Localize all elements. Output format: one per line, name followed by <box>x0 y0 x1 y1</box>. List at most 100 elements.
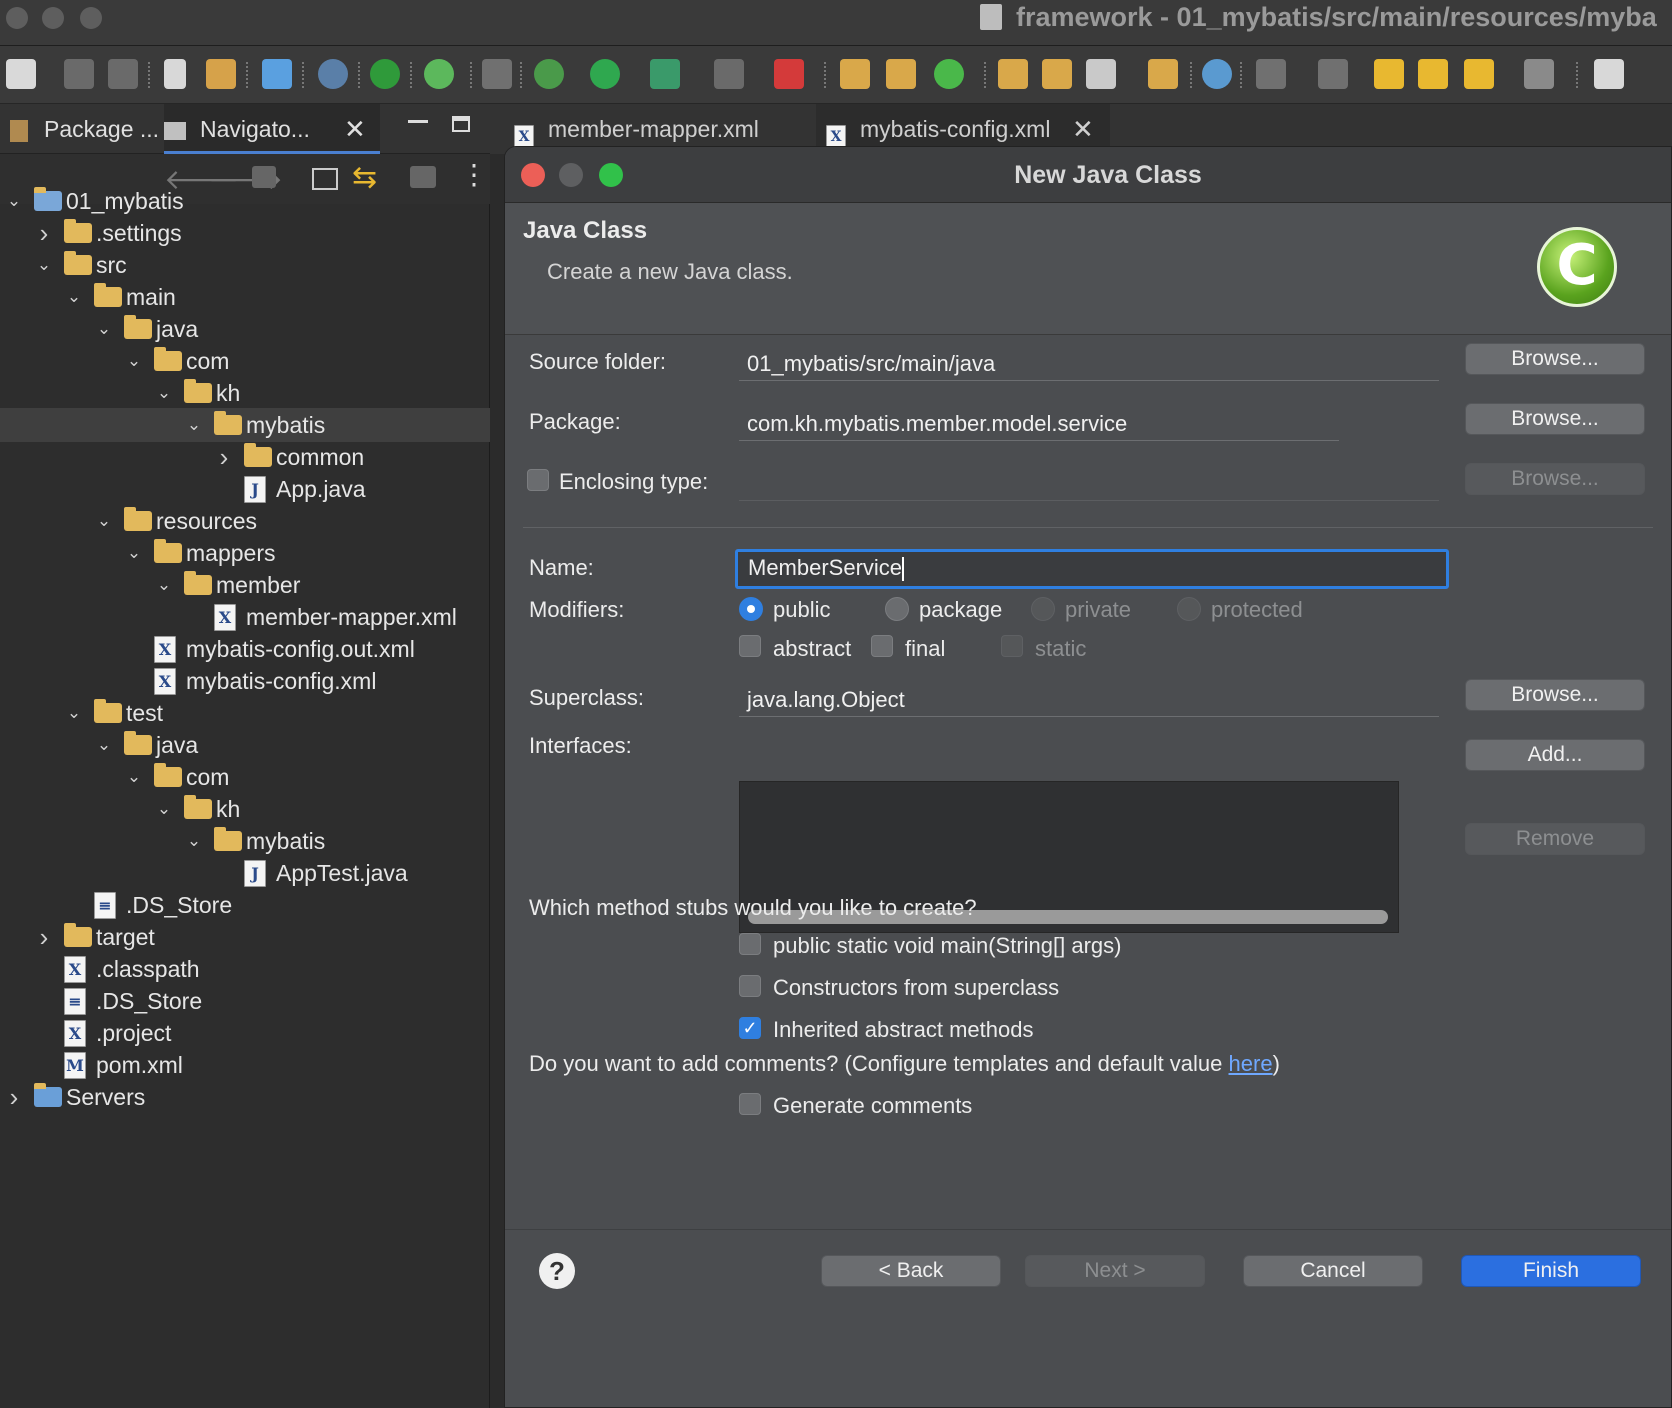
chevron-right-icon[interactable]: › <box>34 216 54 250</box>
browse-superclass-button[interactable]: Browse... <box>1465 679 1645 711</box>
help-icon[interactable]: ? <box>539 1253 575 1289</box>
browse-package-button[interactable]: Browse... <box>1465 403 1645 435</box>
last-edit-icon[interactable] <box>1374 59 1404 89</box>
terminal-icon[interactable] <box>262 59 292 89</box>
tree-item[interactable]: Xmybatis-config.out.xml <box>0 632 490 666</box>
minimize-icon[interactable] <box>408 120 428 123</box>
open-type-icon[interactable] <box>998 59 1028 89</box>
tab-package-explorer[interactable]: Package ... <box>10 104 159 154</box>
finish-button[interactable]: Finish <box>1461 1255 1641 1287</box>
back-button[interactable]: < Back <box>821 1255 1001 1287</box>
server-icon[interactable] <box>774 59 804 89</box>
generate-comments-checkbox[interactable] <box>739 1093 761 1115</box>
chevron-down-icon[interactable]: ⌄ <box>124 760 144 794</box>
prev-annotation-icon[interactable] <box>1318 59 1348 89</box>
update-icon[interactable] <box>424 59 454 89</box>
tree-item[interactable]: Xmember-mapper.xml <box>0 600 490 634</box>
run-config-icon[interactable] <box>650 59 680 89</box>
new-class-icon[interactable] <box>886 59 916 89</box>
chevron-down-icon[interactable]: ⌄ <box>64 696 84 730</box>
tree-item[interactable]: ⌄ com <box>0 760 490 794</box>
abstract-checkbox[interactable] <box>739 635 761 657</box>
chevron-down-icon[interactable]: ⌄ <box>124 344 144 378</box>
tree-item[interactable]: ⌄ com <box>0 344 490 378</box>
main-stub-checkbox[interactable] <box>739 933 761 955</box>
tree-item[interactable]: Xmybatis-config.xml <box>0 664 490 698</box>
tree-item[interactable]: J AppTest.java <box>0 856 490 890</box>
configure-templates-link[interactable]: here <box>1229 1051 1273 1076</box>
tree-item[interactable]: J App.java <box>0 472 490 506</box>
package-field[interactable]: com.kh.mybatis.member.model.service <box>739 405 1339 441</box>
close-window-button[interactable] <box>6 7 28 29</box>
maximize-icon[interactable] <box>452 116 470 132</box>
chevron-down-icon[interactable]: ⌄ <box>94 312 114 346</box>
package-radio[interactable] <box>885 597 909 621</box>
chevron-down-icon[interactable]: ⌄ <box>184 408 204 442</box>
tree-item[interactable]: ≡ .DS_Store <box>0 984 490 1018</box>
chevron-down-icon[interactable]: ⌄ <box>64 280 84 314</box>
new-icon[interactable] <box>6 59 36 89</box>
debug-icon[interactable] <box>534 59 564 89</box>
chevron-down-icon[interactable]: ⌄ <box>94 504 114 538</box>
globe-icon[interactable] <box>1202 59 1232 89</box>
chevron-down-icon[interactable]: ⌄ <box>184 824 204 858</box>
tree-item[interactable]: X .project <box>0 1016 490 1050</box>
forward-arrow-icon[interactable] <box>1524 59 1554 89</box>
tree-item[interactable]: › Servers <box>0 1080 490 1114</box>
chevron-down-icon[interactable]: ⌄ <box>34 248 54 282</box>
chevron-down-icon[interactable]: ⌄ <box>154 792 174 826</box>
chevron-down-icon[interactable]: ⌄ <box>154 568 174 602</box>
minimize-window-button[interactable] <box>42 7 64 29</box>
chevron-right-icon[interactable]: › <box>34 920 54 954</box>
tree-item[interactable]: ⌄ mybatis <box>0 408 490 442</box>
perspective-icon[interactable] <box>1594 59 1624 89</box>
tree-item[interactable]: Mpom.xml <box>0 1048 490 1082</box>
tree-item[interactable]: › target <box>0 920 490 954</box>
chevron-down-icon[interactable]: ⌄ <box>4 184 24 218</box>
next-annotation-icon[interactable] <box>1256 59 1286 89</box>
constructors-stub-checkbox[interactable] <box>739 975 761 997</box>
browse-source-folder-button[interactable]: Browse... <box>1465 343 1645 375</box>
tree-item[interactable]: ⌄ resources <box>0 504 490 538</box>
build-icon[interactable] <box>164 59 186 89</box>
tree-item[interactable]: ⌄ 01_mybatis <box>0 184 490 218</box>
new-java-icon[interactable] <box>934 59 964 89</box>
close-icon[interactable]: ✕ <box>344 104 366 154</box>
tree-item[interactable]: ⌄ main <box>0 280 490 314</box>
power-icon[interactable] <box>370 59 400 89</box>
chevron-right-icon[interactable]: › <box>4 1080 24 1114</box>
save-icon[interactable] <box>64 59 94 89</box>
stop-icon[interactable] <box>714 59 744 89</box>
tool-icon[interactable] <box>482 59 512 89</box>
tab-navigator[interactable]: Navigato... ✕ <box>164 104 380 154</box>
brush-icon[interactable] <box>1086 59 1116 89</box>
public-radio[interactable] <box>739 597 763 621</box>
tree-item[interactable]: ⌄ kh <box>0 792 490 826</box>
open-folder-icon[interactable] <box>1042 59 1072 89</box>
tree-item[interactable]: ⌄ java <box>0 728 490 762</box>
add-interface-button[interactable]: Add... <box>1465 739 1645 771</box>
tree-item[interactable]: › .settings <box>0 216 490 250</box>
tree-item[interactable]: ≡ .DS_Store <box>0 888 490 922</box>
tree-item[interactable]: ⌄ mybatis <box>0 824 490 858</box>
zoom-window-button[interactable] <box>80 7 102 29</box>
source-folder-field[interactable]: 01_mybatis/src/main/java <box>739 345 1439 381</box>
save-all-icon[interactable] <box>108 59 138 89</box>
name-field[interactable]: MemberService <box>735 549 1449 589</box>
superclass-field[interactable]: java.lang.Object <box>739 681 1439 717</box>
tree-item[interactable]: › common <box>0 440 490 474</box>
chevron-down-icon[interactable]: ⌄ <box>124 536 144 570</box>
inherited-stub-checkbox[interactable]: ✓ <box>739 1017 761 1039</box>
new-package-icon[interactable] <box>840 59 870 89</box>
enclosing-type-checkbox[interactable] <box>527 469 549 491</box>
tree-item[interactable]: ⌄ java <box>0 312 490 346</box>
back-arrow-icon[interactable] <box>1464 59 1494 89</box>
tree-item[interactable]: ⌄ test <box>0 696 490 730</box>
chevron-right-icon[interactable]: › <box>214 440 234 474</box>
chevron-down-icon[interactable]: ⌄ <box>154 376 174 410</box>
cancel-button[interactable]: Cancel <box>1243 1255 1423 1287</box>
print-icon[interactable] <box>206 59 236 89</box>
tree-item[interactable]: ⌄ src <box>0 248 490 282</box>
chevron-down-icon[interactable]: ⌄ <box>94 728 114 762</box>
tree-item[interactable]: ⌄ member <box>0 568 490 602</box>
